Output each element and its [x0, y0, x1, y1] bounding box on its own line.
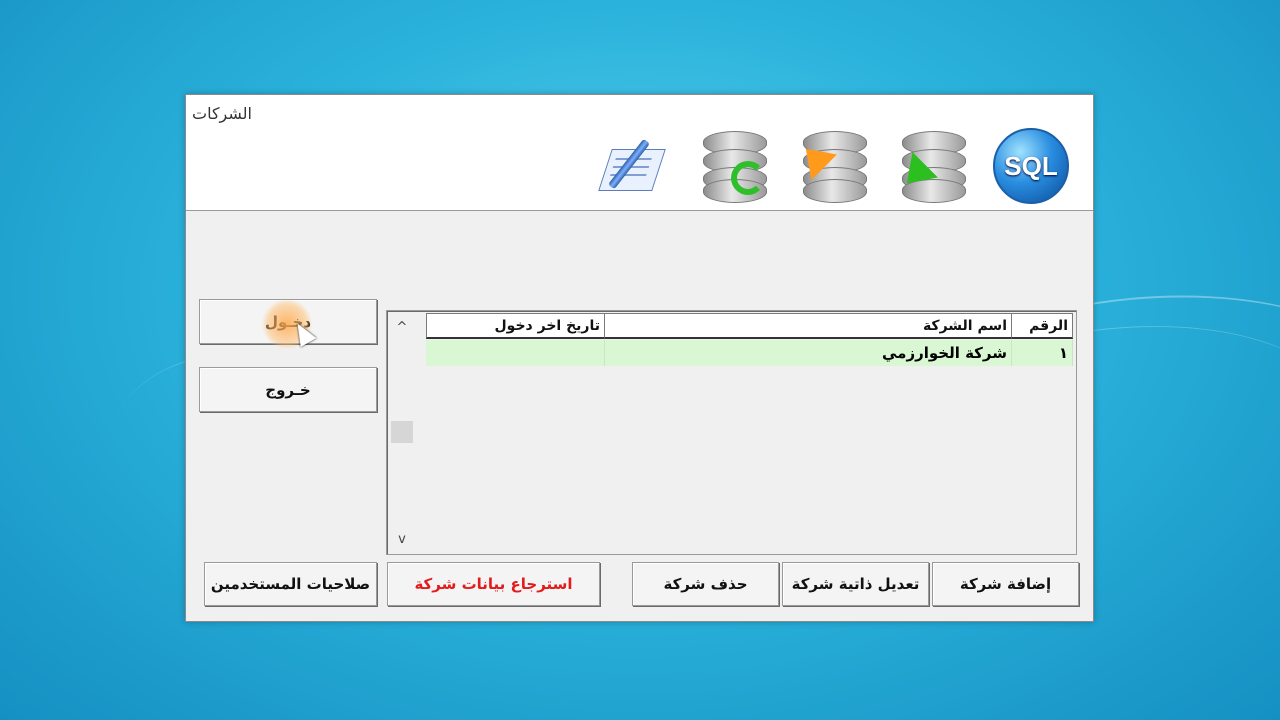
scroll-up-icon[interactable]: ^ [393, 318, 411, 336]
edit-document-icon[interactable] [594, 128, 670, 204]
sql-icon[interactable]: SQL [993, 128, 1069, 204]
database-import-icon[interactable] [894, 128, 971, 204]
database-export-icon[interactable] [793, 128, 872, 204]
scroll-down-icon[interactable]: v [393, 530, 411, 548]
row-cell-last-login[interactable] [426, 340, 605, 366]
delete-company-button[interactable]: حذف شركة [632, 562, 779, 606]
exit-button[interactable]: خـروج [199, 367, 377, 412]
database-refresh-icon[interactable] [696, 128, 772, 204]
column-header-last-login[interactable]: تاريخ اخر دخول [426, 313, 605, 339]
edit-company-button[interactable]: تعديل ذاتية شركة [782, 562, 929, 606]
row-cell-company-name[interactable]: شركة الخوارزمي [604, 340, 1012, 366]
column-header-number[interactable]: الرقم [1011, 313, 1073, 339]
add-company-button[interactable]: إضافة شركة [932, 562, 1079, 606]
sql-label: SQL [993, 128, 1069, 204]
user-permissions-button[interactable]: صلاحيات المستخدمين [204, 562, 377, 606]
window-title: الشركات [192, 104, 252, 123]
scrollbar-thumb[interactable] [391, 421, 413, 443]
column-header-company-name[interactable]: اسم الشركة [604, 313, 1012, 339]
restore-company-button[interactable]: استرجاع بيانات شركة [387, 562, 600, 606]
row-cell-number[interactable]: ١ [1011, 340, 1073, 366]
